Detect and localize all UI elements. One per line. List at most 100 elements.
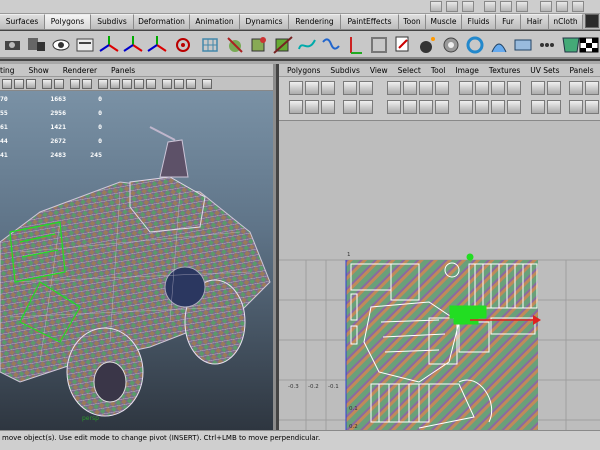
uv-tool-icon[interactable] [387,100,401,114]
uv-tool-icon[interactable] [531,100,545,114]
uv-tool-icon[interactable] [419,81,433,95]
uv-tool-icon[interactable] [343,81,357,95]
viewport-tool-icon[interactable] [26,79,36,89]
uv-menu-uv-sets[interactable]: UV Sets [530,64,559,76]
shelf-tab-surfaces[interactable]: Surfaces [0,14,45,29]
uv-menu-select[interactable]: Select [398,64,421,76]
uv-tool-icon[interactable] [419,100,433,114]
perspective-viewport[interactable]: ting Show Renderer Panels 70 1663 0 55 2… [0,64,276,430]
viewport-menu-show[interactable]: Show [29,64,49,76]
viewport-tool-icon[interactable] [174,79,184,89]
bounds-icon[interactable] [368,34,390,56]
uv-tool-icon[interactable] [507,81,521,95]
viewport-tool-icon[interactable] [202,79,212,89]
uv-tool-icon[interactable] [435,100,449,114]
view-toggle-icon[interactable] [26,34,48,56]
eye-icon[interactable] [50,34,72,56]
uv-tool-icon[interactable] [289,100,303,114]
shelf-tab-toon[interactable]: Toon [399,14,426,29]
viewport-tool-icon[interactable] [134,79,144,89]
shelf-mini-icon[interactable] [446,1,458,12]
bend-icon[interactable] [272,34,294,56]
settings-icon[interactable] [440,34,462,56]
viewport-tool-icon[interactable] [54,79,64,89]
shelf-tab-rendering[interactable]: Rendering [289,14,341,29]
shelf-mini-icon[interactable] [556,1,568,12]
viewport-menu-lighting[interactable]: ting [0,64,15,76]
uv-tool-icon[interactable] [459,100,473,114]
shelf-tab-fluids[interactable]: Fluids [462,14,496,29]
viewport-menu-renderer[interactable]: Renderer [63,64,97,76]
pivot-icon[interactable] [172,34,194,56]
dots-icon[interactable] [536,34,558,56]
viewport-tool-icon[interactable] [186,79,196,89]
scale-axis-icon[interactable] [146,34,168,56]
shelf-mini-icon[interactable] [540,1,552,12]
shelf-mini-icon[interactable] [572,1,584,12]
move-axis-icon[interactable] [98,34,120,56]
uv-texture-editor[interactable]: Polygons Subdivs View Select Tool Image … [279,64,600,430]
uv-grid-area[interactable]: -0.3 -0.2 -0.1 1 0.1 0.2 [279,122,600,430]
uv-menu-tool[interactable]: Tool [431,64,446,76]
rotate-axis-icon[interactable] [122,34,144,56]
uv-tool-icon[interactable] [507,100,521,114]
uv-tool-icon[interactable] [475,81,489,95]
uv-tool-icon[interactable] [459,81,473,95]
shelf-tab-dynamics[interactable]: Dynamics [240,14,289,29]
shelf-mini-icon[interactable] [484,1,496,12]
uv-tool-icon[interactable] [321,100,335,114]
viewport-tool-icon[interactable] [162,79,172,89]
uv-tool-icon[interactable] [491,100,505,114]
curve-icon[interactable] [296,34,318,56]
viewport-tool-icon[interactable] [98,79,108,89]
cluster-icon[interactable] [224,34,246,56]
viewport-tool-icon[interactable] [146,79,156,89]
viewport-tool-icon[interactable] [70,79,80,89]
channel-icon[interactable] [74,34,96,56]
uv-tool-icon[interactable] [387,81,401,95]
shelf-menu-icon[interactable] [585,14,599,28]
checker-icon[interactable] [578,34,600,56]
uv-tool-icon[interactable] [475,100,489,114]
uv-tool-icon[interactable] [547,81,561,95]
shelf-mini-icon[interactable] [430,1,442,12]
viewport-tool-icon[interactable] [122,79,132,89]
uv-menu-panels[interactable]: Panels [570,64,594,76]
shelf-tab-hair[interactable]: Hair [521,14,549,29]
uv-menu-polygons[interactable]: Polygons [287,64,320,76]
viewport-tool-icon[interactable] [2,79,12,89]
swirl-icon[interactable] [464,34,486,56]
uv-tool-icon[interactable] [305,81,319,95]
uv-tool-icon[interactable] [305,100,319,114]
lattice-icon[interactable] [200,34,222,56]
paint-icon[interactable] [392,34,414,56]
uv-tool-icon[interactable] [359,100,373,114]
shelf-mini-icon[interactable] [500,1,512,12]
uv-tool-icon[interactable] [585,81,599,95]
shelf-mini-icon[interactable] [462,1,474,12]
viewport-tool-icon[interactable] [14,79,24,89]
vehicle-model[interactable] [0,122,276,422]
shelf-tab-subdivs[interactable]: Subdivs [91,14,134,29]
viewport-tool-icon[interactable] [42,79,52,89]
uv-tool-icon[interactable] [569,100,583,114]
pin-icon[interactable] [344,34,366,56]
uv-menu-image[interactable]: Image [455,64,479,76]
uv-tool-icon[interactable] [403,100,417,114]
bomb-icon[interactable] [416,34,438,56]
uv-tool-icon[interactable] [403,81,417,95]
uv-tool-icon[interactable] [547,100,561,114]
uv-menu-subdivs[interactable]: Subdivs [330,64,359,76]
shelf-tab-painteffects[interactable]: PaintEffects [341,14,399,29]
shelf-tab-polygons[interactable]: Polygons [45,14,91,29]
wave-icon[interactable] [320,34,342,56]
uv-tool-icon[interactable] [491,81,505,95]
hair-icon[interactable] [488,34,510,56]
uv-tool-icon[interactable] [343,100,357,114]
shelf-tab-fur[interactable]: Fur [496,14,521,29]
uv-tool-icon[interactable] [585,100,599,114]
uv-tool-icon[interactable] [359,81,373,95]
uv-tool-icon[interactable] [289,81,303,95]
shelf-mini-icon[interactable] [516,1,528,12]
uv-tool-icon[interactable] [435,81,449,95]
